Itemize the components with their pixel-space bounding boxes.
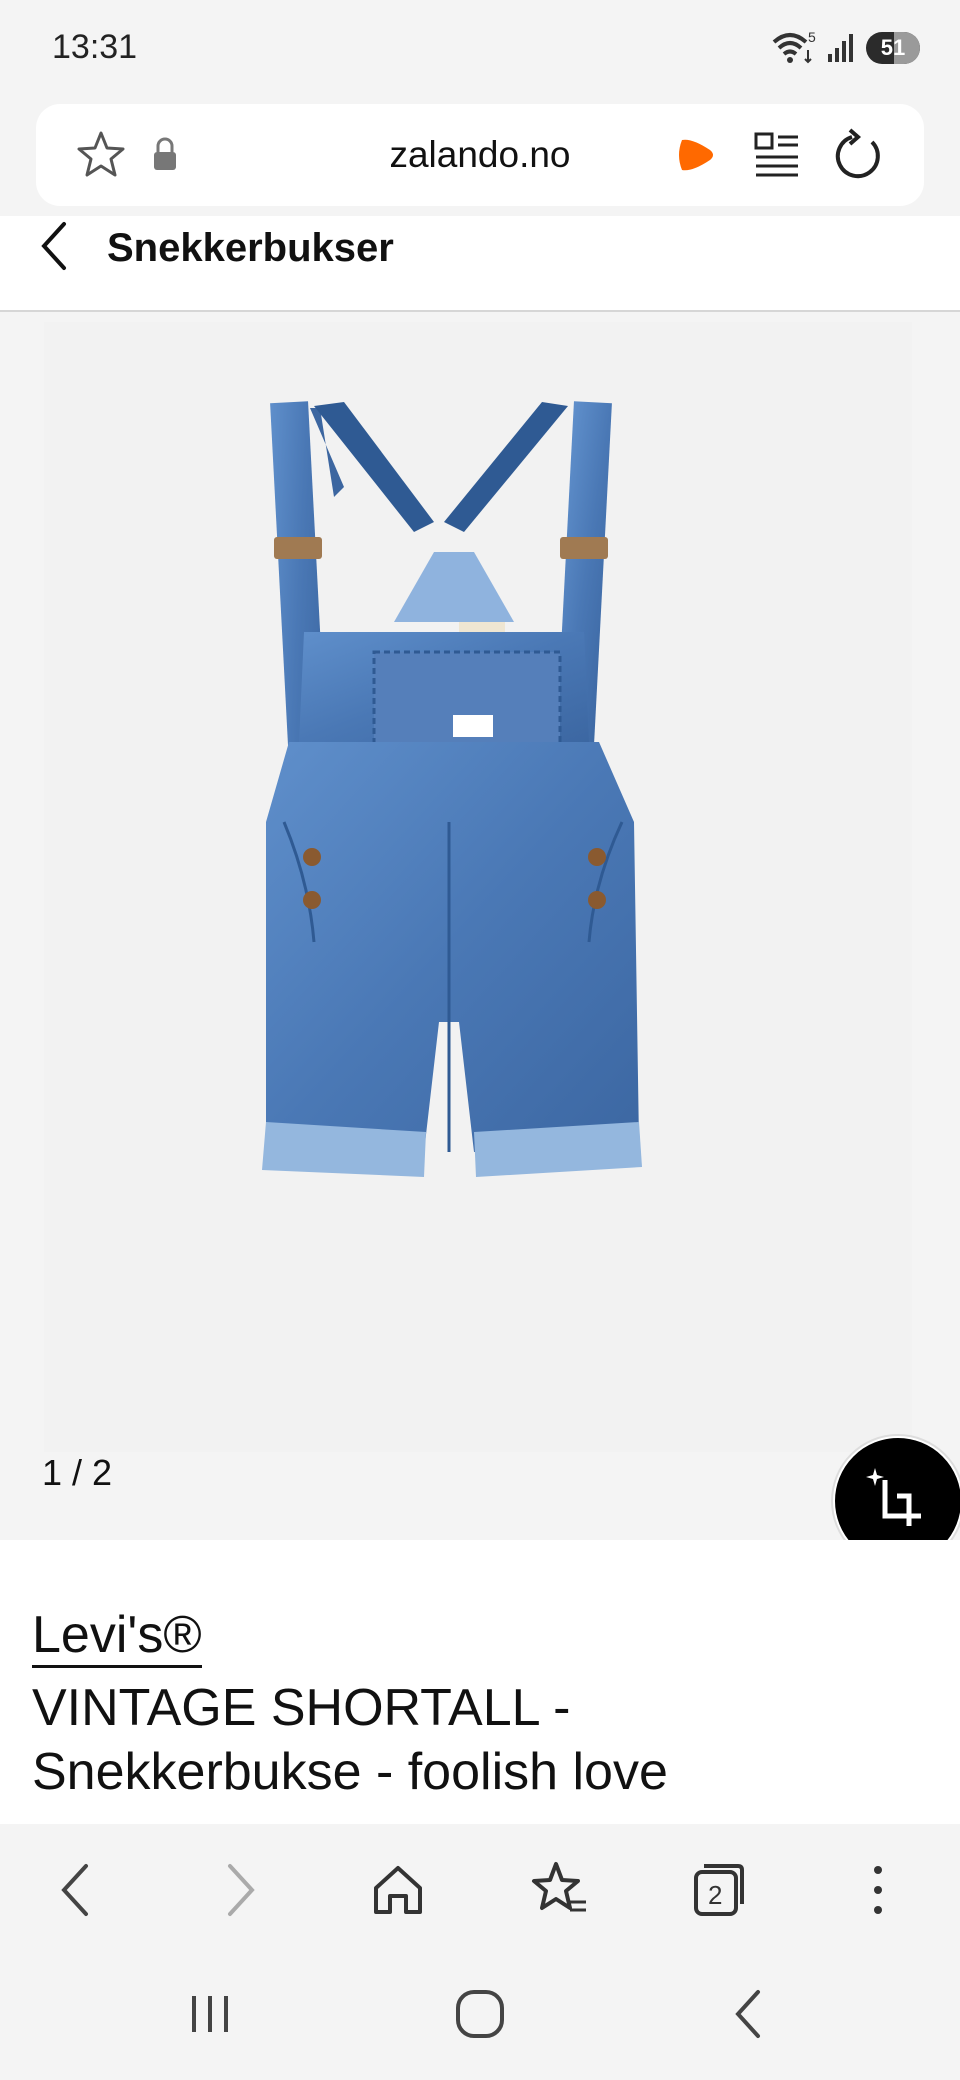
wifi-badge: 5 bbox=[808, 30, 816, 45]
image-counter: 1 / 2 bbox=[42, 1452, 113, 1493]
reload-icon[interactable] bbox=[832, 128, 886, 182]
url-bar[interactable]: zalando.no bbox=[36, 104, 924, 206]
home-icon[interactable] bbox=[366, 1858, 430, 1922]
overalls-illustration bbox=[262, 401, 642, 1177]
product-title-line-1: VINTAGE SHORTALL - bbox=[32, 1679, 571, 1737]
battery-level: 51 bbox=[880, 35, 906, 60]
product-title: VINTAGE SHORTALL - Snekkerbukse - foolis… bbox=[32, 1676, 932, 1804]
signal-icon bbox=[828, 34, 853, 62]
battery-indicator: 51 bbox=[866, 32, 920, 64]
browser-toolbar: 2 bbox=[0, 1824, 960, 1954]
product-gallery[interactable]: 1 / 2 bbox=[0, 312, 960, 1566]
svg-text:2: 2 bbox=[708, 1880, 722, 1910]
recent-apps-icon[interactable] bbox=[180, 1984, 240, 2044]
back-arrow-icon[interactable] bbox=[34, 218, 74, 278]
status-icons: 5 51 bbox=[770, 28, 920, 68]
system-home-icon[interactable] bbox=[450, 1984, 510, 2044]
bookmarks-icon[interactable] bbox=[526, 1858, 590, 1922]
browser-forward-icon[interactable] bbox=[206, 1858, 270, 1922]
zalando-logo-icon[interactable] bbox=[668, 128, 722, 182]
page-title: Snekkerbukser bbox=[107, 226, 394, 270]
reader-mode-icon[interactable] bbox=[750, 128, 804, 182]
system-back-icon[interactable] bbox=[720, 1984, 780, 2044]
system-nav-bar bbox=[0, 1954, 960, 2080]
status-time: 13:31 bbox=[52, 28, 138, 66]
more-options-icon[interactable] bbox=[846, 1858, 910, 1922]
brand-link[interactable]: Levi's® bbox=[32, 1608, 202, 1668]
status-bar: 13:31 5 51 bbox=[0, 0, 960, 100]
wifi-icon: 5 bbox=[772, 30, 816, 64]
product-title-line-2: Snekkerbukse - foolish love bbox=[32, 1743, 668, 1801]
product-info: Levi's® VINTAGE SHORTALL - Snekkerbukse … bbox=[0, 1540, 960, 1824]
tabs-icon[interactable]: 2 bbox=[686, 1858, 750, 1922]
page-header: Snekkerbukser bbox=[0, 216, 960, 312]
browser-back-icon[interactable] bbox=[46, 1858, 110, 1922]
product-image[interactable] bbox=[44, 322, 912, 1452]
